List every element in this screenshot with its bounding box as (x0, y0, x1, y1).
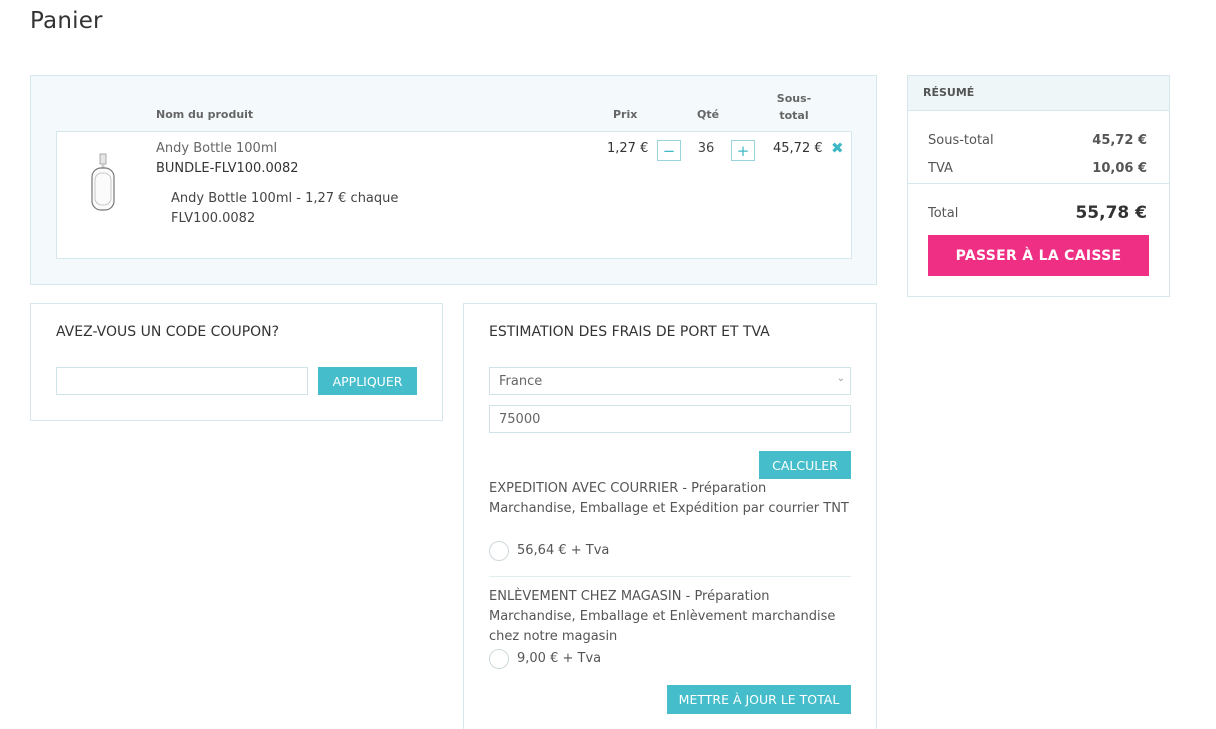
order-summary: RÉSUMÉ Sous-total 45,72 € TVA 10,06 € To… (907, 75, 1170, 297)
product-name-link[interactable]: Andy Bottle 100ml (156, 141, 277, 156)
item-price: 1,27 € (607, 141, 649, 156)
coupon-input[interactable] (56, 367, 308, 395)
shipping-method-radio-courier[interactable] (489, 541, 509, 561)
country-select[interactable]: France ⌄ (489, 367, 851, 395)
shipping-method-description: ENLÈVEMENT CHEZ MAGASIN - Préparation Ma… (489, 589, 836, 644)
bundle-item-sku: FLV100.0082 (171, 211, 256, 226)
update-total-button[interactable]: METTRE À JOUR LE TOTAL (667, 685, 851, 714)
shipping-title: ESTIMATION DES FRAIS DE PORT ET TVA (489, 324, 770, 340)
method-divider (489, 576, 851, 577)
summary-tva-row: TVA 10,06 € (928, 161, 1147, 176)
qty-increase-button[interactable]: + (731, 140, 755, 161)
qty-decrease-button[interactable]: − (657, 140, 681, 161)
shipping-method-radio-pickup[interactable] (489, 649, 509, 669)
summary-total-row: Total 55,78 € (928, 203, 1147, 223)
coupon-box: AVEZ-VOUS UN CODE COUPON? APPLIQUER (30, 303, 443, 421)
checkout-button[interactable]: PASSER À LA CAISSE (928, 235, 1149, 276)
postcode-input[interactable]: 75000 (489, 405, 851, 433)
summary-divider (908, 183, 1169, 184)
product-thumbnail[interactable] (87, 152, 119, 212)
chevron-down-icon: ⌄ (836, 373, 845, 384)
column-header-price: Prix (613, 108, 638, 121)
column-header-subtotal: Sous- total (776, 92, 812, 122)
product-sku: BUNDLE-FLV100.0082 (156, 161, 299, 176)
cart-table: Nom du produit Prix Qté Sous- total Andy… (30, 75, 877, 285)
summary-title: RÉSUMÉ (908, 76, 1169, 111)
summary-subtotal-value: 45,72 € (1092, 133, 1147, 148)
qty-value[interactable]: 36 (691, 141, 721, 156)
shipping-rate: 9,00 € + Tva (517, 651, 602, 666)
shipping-estimate-box: ESTIMATION DES FRAIS DE PORT ET TVA Fran… (463, 303, 877, 729)
column-header-qty: Qté (697, 108, 720, 121)
shipping-rate: 56,64 € + Tva (517, 543, 610, 558)
calculate-button[interactable]: CALCULER (759, 451, 851, 479)
shipping-method-description: EXPEDITION AVEC COURRIER - Préparation M… (489, 481, 849, 516)
bundle-item-description: Andy Bottle 100ml - 1,27 € chaque (171, 191, 399, 206)
cart-item-row: Andy Bottle 100ml BUNDLE-FLV100.0082 And… (56, 131, 852, 259)
summary-tva-value: 10,06 € (1092, 161, 1147, 176)
summary-total-value: 55,78 € (1075, 203, 1147, 223)
apply-coupon-button[interactable]: APPLIQUER (318, 367, 417, 395)
page-title: Panier (30, 8, 103, 34)
column-header-name: Nom du produit (156, 108, 254, 121)
remove-item-icon[interactable]: ✖ (831, 139, 844, 157)
summary-subtotal-row: Sous-total 45,72 € (928, 133, 1147, 148)
coupon-title: AVEZ-VOUS UN CODE COUPON? (56, 324, 280, 340)
item-subtotal: 45,72 € (773, 141, 823, 156)
